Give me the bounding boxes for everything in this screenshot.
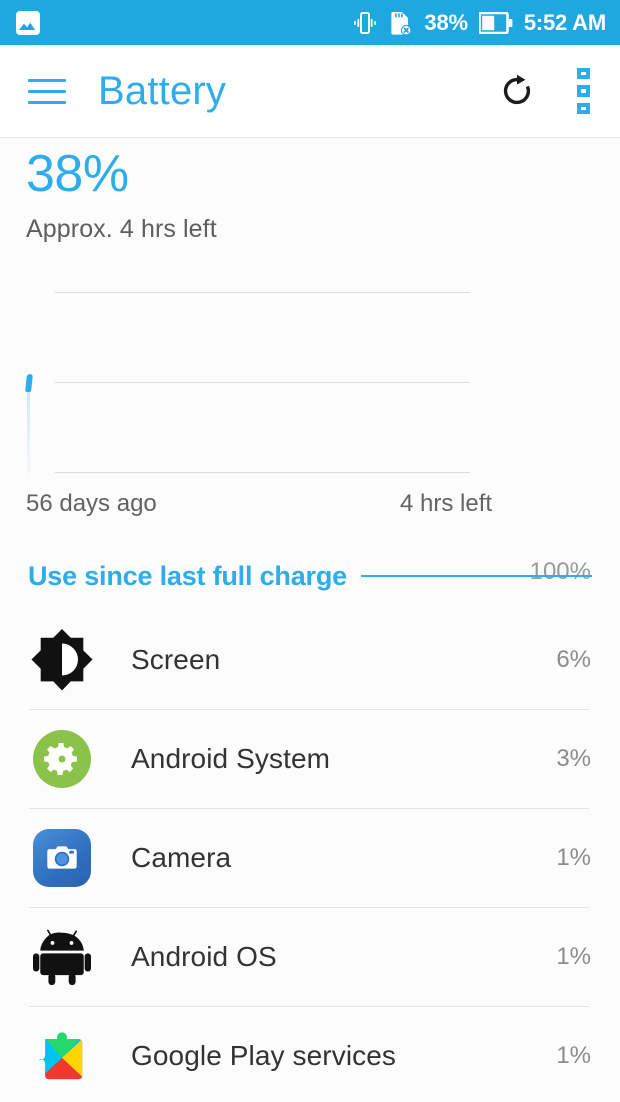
list-item-label: Camera — [131, 841, 232, 873]
x-axis-label-end: 4 hrs left — [400, 490, 493, 517]
battery-level-percent: 38% — [26, 145, 129, 203]
list-item-percent: 1% — [556, 1041, 591, 1069]
gridline-0 — [55, 472, 470, 473]
gridline-100 — [55, 292, 470, 293]
list-item-percent: 6% — [556, 645, 591, 673]
android-robot-icon — [29, 924, 95, 990]
camera-icon-background — [33, 828, 91, 887]
page-title: Battery — [98, 69, 227, 113]
x-axis-label-start: 56 days ago — [26, 490, 157, 517]
overflow-dot-2 — [576, 85, 590, 97]
status-clock: 5:52 AM — [523, 9, 606, 35]
list-item-percent: 1% — [556, 843, 591, 871]
hamburger-bar-1 — [28, 78, 66, 82]
table-row[interactable]: Android OS 1% — [0, 907, 620, 1006]
list-item-label: Google Play services — [131, 1039, 397, 1071]
chart-history-trace — [27, 388, 30, 474]
hamburger-bar-3 — [28, 100, 66, 104]
status-bar-notifications — [16, 10, 40, 35]
table-row[interactable]: Android System 3% — [0, 709, 620, 808]
list-item-label: Screen — [131, 643, 221, 675]
hamburger-menu-icon[interactable] — [28, 71, 72, 111]
status-battery-percent: 38% — [424, 9, 468, 35]
android-settings-gear-icon — [29, 726, 95, 792]
section-divider-rule — [360, 575, 592, 577]
battery-history-chart: 100% 50% 0% — [0, 278, 620, 764]
camera-icon — [29, 825, 95, 891]
battery-time-estimate: Approx. 4 hrs left — [26, 215, 217, 243]
list-item-label: Android OS — [131, 940, 277, 972]
chart-plot-area — [55, 292, 470, 473]
table-row[interactable]: Google Play services 1% — [0, 1006, 620, 1102]
gear-icon-background — [33, 729, 91, 788]
usage-section-header: Use since last full charge — [0, 556, 620, 596]
list-item-percent: 3% — [556, 744, 591, 772]
battery-usage-list: Screen 6% Android System 3% Camera 1% An… — [0, 610, 620, 1102]
sdcard-removed-icon — [388, 10, 413, 36]
photo-icon — [16, 10, 40, 35]
status-bar: 38% 5:52 AM — [0, 0, 620, 45]
overflow-dot-1 — [576, 68, 590, 80]
google-play-services-icon — [29, 1023, 95, 1089]
list-item-label: Android System — [131, 742, 331, 774]
battery-screen: 38% 5:52 AM Battery 38% Approx. 4 hrs le… — [0, 0, 620, 1102]
app-bar: Battery — [0, 45, 620, 138]
hamburger-bar-2 — [28, 89, 66, 93]
app-bar-actions — [496, 68, 600, 114]
vibrate-icon — [353, 10, 377, 36]
overflow-menu-icon[interactable] — [566, 68, 600, 114]
table-row[interactable]: Camera 1% — [0, 808, 620, 907]
status-bar-system-icons: 38% 5:52 AM — [353, 10, 606, 36]
battery-icon — [478, 11, 513, 34]
brightness-icon — [29, 627, 95, 693]
chart-history-marker — [25, 374, 33, 392]
gridline-50 — [55, 382, 470, 383]
usage-section-title: Use since last full charge — [28, 560, 347, 591]
table-row[interactable]: Screen 6% — [0, 610, 620, 709]
list-item-percent: 1% — [556, 942, 591, 970]
battery-summary: 38% Approx. 4 hrs left — [26, 148, 217, 242]
refresh-icon[interactable] — [496, 70, 538, 112]
overflow-dot-3 — [576, 102, 590, 114]
